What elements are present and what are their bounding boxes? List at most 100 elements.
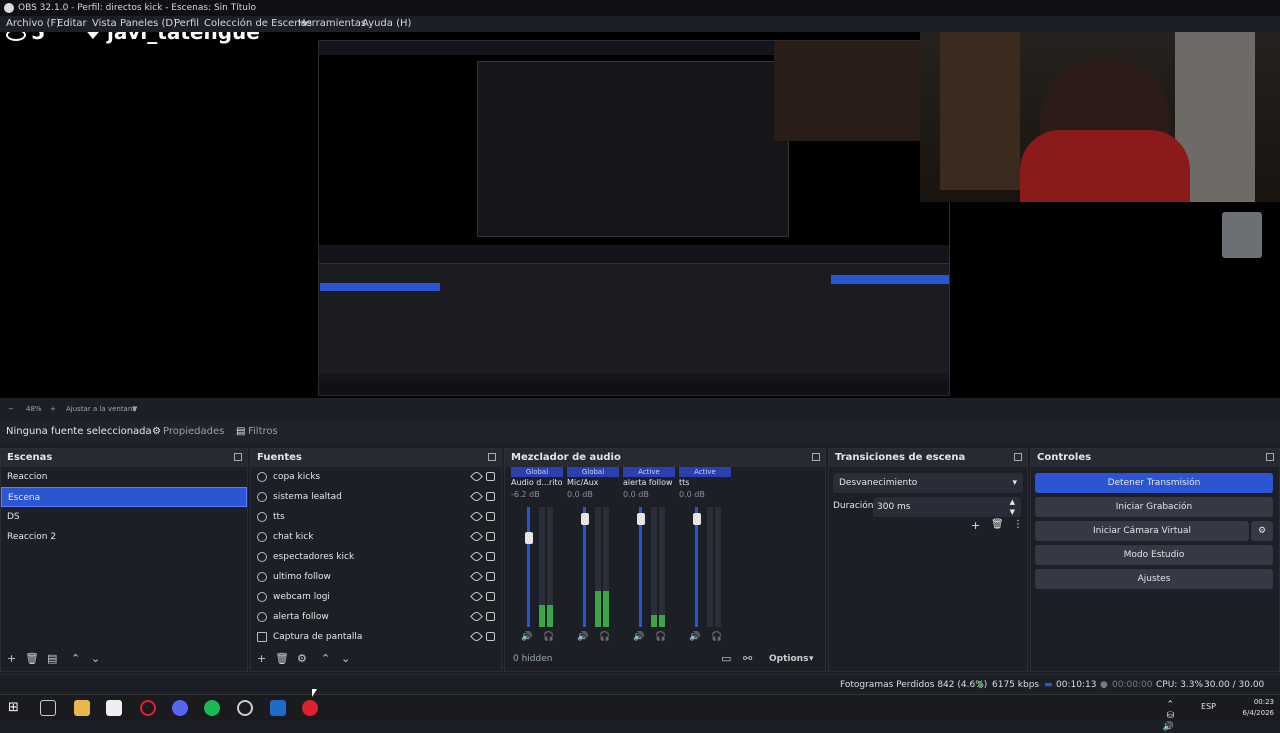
arrow-up-icon[interactable]: ⌃ [321, 649, 330, 669]
popout-icon[interactable] [1266, 453, 1274, 461]
lock-icon[interactable] [486, 532, 495, 541]
speaker-icon[interactable]: 🔊 [689, 632, 700, 642]
channel-name[interactable]: tts [679, 477, 731, 489]
opera-icon[interactable] [140, 700, 156, 716]
popout-icon[interactable] [488, 453, 496, 461]
menu-paneles[interactable]: Paneles (D) [120, 16, 177, 32]
add-icon[interactable]: + [971, 519, 980, 532]
arrow-up-icon[interactable]: ⌃ [71, 649, 80, 669]
eye-icon[interactable] [470, 470, 483, 483]
more-icon[interactable]: ⋮ [1013, 519, 1023, 530]
gear-icon[interactable]: ⚙ [297, 649, 307, 669]
fader-knob[interactable] [525, 532, 533, 544]
obs-icon[interactable] [237, 700, 253, 716]
zoom-fit[interactable]: Ajustar a la ventana [66, 400, 137, 418]
scene-item[interactable]: Escena [1, 487, 247, 507]
trash-icon[interactable]: 🗑 [25, 649, 39, 669]
popout-icon[interactable] [1014, 453, 1022, 461]
lock-icon[interactable] [486, 632, 495, 641]
chevron-down-icon[interactable]: ▼ [132, 400, 137, 418]
source-item[interactable]: copa kicks [251, 467, 501, 487]
source-item[interactable]: ultimo follow [251, 567, 501, 587]
lock-icon[interactable] [486, 552, 495, 561]
virtual-cam-button[interactable]: Iniciar Cámara Virtual [1035, 521, 1249, 541]
spotify-icon[interactable] [204, 700, 220, 716]
preview-canvas[interactable]: 5 ♥ javi_tatengue [0, 32, 1280, 398]
tray-icons[interactable]: ⌃ ⛁ 🔊 [1163, 700, 1174, 733]
volume-fader[interactable] [693, 507, 701, 627]
eye-icon[interactable] [470, 630, 483, 643]
stop-stream-button[interactable]: Detener Transmisión [1035, 473, 1273, 493]
scene-item[interactable]: DS [1, 507, 247, 527]
layout-icon[interactable]: ▭ [721, 649, 731, 669]
clock-time[interactable]: 00:23 [1243, 697, 1274, 708]
duration-input[interactable]: 300 ms ▲ ▼ [873, 497, 1021, 517]
source-item[interactable]: espectadores kick [251, 547, 501, 567]
eye-icon[interactable] [470, 610, 483, 623]
add-icon[interactable]: + [7, 649, 16, 669]
source-item[interactable]: chat kick [251, 527, 501, 547]
arrow-down-icon[interactable]: ⌄ [341, 649, 350, 669]
steam-icon[interactable] [270, 700, 286, 716]
windows-start-icon[interactable]: ⊞ [8, 700, 24, 716]
task-view-icon[interactable] [40, 700, 56, 716]
fader-knob[interactable] [637, 513, 645, 525]
menu-archivo[interactable]: Archivo (F) [6, 16, 60, 32]
source-item[interactable]: tts [251, 507, 501, 527]
channel-name[interactable]: Audio d...ritorio [511, 477, 563, 489]
chevron-down-icon[interactable]: ▾ [809, 649, 814, 669]
menu-perfil[interactable]: Perfil [174, 16, 199, 32]
channel-name[interactable]: alerta follow [623, 477, 675, 489]
link-icon[interactable]: ⚯ [743, 649, 752, 669]
headphone-icon[interactable]: 🎧 [711, 632, 722, 642]
popout-icon[interactable] [812, 453, 820, 461]
eye-icon[interactable] [470, 590, 483, 603]
speaker-icon[interactable]: 🔊 [521, 632, 532, 642]
filter-icon[interactable]: ▤ [47, 649, 57, 669]
channel-name[interactable]: Mic/Aux [567, 477, 619, 489]
trash-icon[interactable]: 🗑 [991, 519, 1004, 530]
source-item[interactable]: Captura de pantalla [251, 627, 501, 647]
popout-icon[interactable] [234, 453, 242, 461]
add-icon[interactable]: + [257, 649, 266, 669]
filters-button[interactable]: Filtros [248, 420, 278, 444]
eye-icon[interactable] [470, 510, 483, 523]
headphone-icon[interactable]: 🎧 [599, 632, 610, 642]
menu-coleccion[interactable]: Colección de Escenas [204, 16, 312, 32]
source-item[interactable]: alerta follow [251, 607, 501, 627]
settings-button[interactable]: Ajustes [1035, 569, 1273, 589]
eye-icon[interactable] [470, 490, 483, 503]
store-icon[interactable] [106, 700, 122, 716]
lock-icon[interactable] [486, 512, 495, 521]
trash-icon[interactable]: 🗑 [275, 649, 289, 669]
start-recording-button[interactable]: Iniciar Grabación [1035, 497, 1273, 517]
menu-vista[interactable]: Vista [92, 16, 117, 32]
source-item[interactable]: webcam logi [251, 587, 501, 607]
menu-herramientas[interactable]: Herramientas [298, 16, 366, 32]
headphone-icon[interactable]: 🎧 [655, 632, 666, 642]
speaker-icon[interactable]: 🔊 [633, 632, 644, 642]
eye-icon[interactable] [470, 550, 483, 563]
transition-select[interactable]: Desvanecimiento ▾ [833, 473, 1023, 493]
lock-icon[interactable] [486, 612, 495, 621]
speaker-icon[interactable]: 🔊 [577, 632, 588, 642]
source-item[interactable]: sistema lealtad [251, 487, 501, 507]
scene-item[interactable]: Reaccion [1, 467, 247, 487]
lock-icon[interactable] [486, 472, 495, 481]
headphone-icon[interactable]: 🎧 [543, 632, 554, 642]
fader-knob[interactable] [581, 513, 589, 525]
zoom-out-button[interactable]: − [8, 400, 14, 418]
volume-fader[interactable] [525, 507, 533, 627]
clock-date[interactable]: 6/4/2026 [1243, 708, 1274, 719]
scene-item[interactable]: Reaccion 2 [1, 527, 247, 547]
lock-icon[interactable] [486, 492, 495, 501]
eye-icon[interactable] [470, 530, 483, 543]
gear-icon[interactable]: ⚙ [1251, 521, 1273, 541]
options-button[interactable]: Options [769, 649, 808, 669]
lock-icon[interactable] [486, 572, 495, 581]
app-icon[interactable] [302, 700, 318, 716]
menu-editar[interactable]: Editar [57, 16, 87, 32]
studio-mode-button[interactable]: Modo Estudio [1035, 545, 1273, 565]
menu-ayuda[interactable]: Ayuda (H) [362, 16, 411, 32]
discord-icon[interactable] [172, 700, 188, 716]
